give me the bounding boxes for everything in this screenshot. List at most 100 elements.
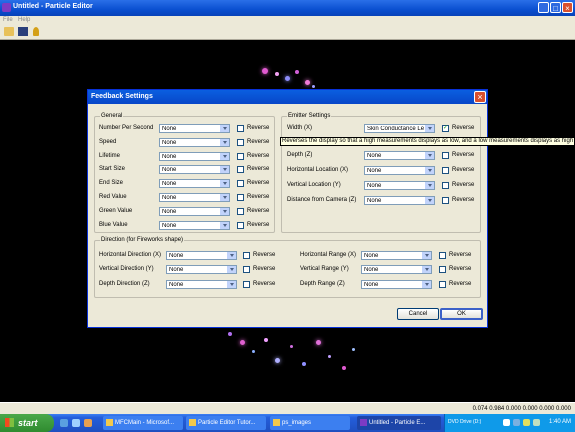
field-combo[interactable]: None [159, 138, 230, 147]
field-combo[interactable]: None [166, 280, 237, 289]
field-label: Blue Value [99, 222, 128, 228]
tray-drive-label: DVD Drive (D:) [448, 419, 482, 425]
field-combo[interactable]: None [364, 166, 435, 175]
dropdown-arrow-icon[interactable] [227, 252, 236, 259]
save-icon[interactable] [18, 27, 28, 36]
dropdown-arrow-icon[interactable] [425, 167, 434, 174]
field-combo[interactable]: Skin Conductance Lev [364, 124, 435, 133]
particle [352, 348, 355, 351]
minimize-button[interactable]: _ [538, 2, 549, 13]
network-icon[interactable] [503, 419, 510, 426]
reverse-checkbox[interactable] [237, 208, 244, 215]
field-combo[interactable]: None [159, 179, 230, 188]
close-button[interactable]: × [562, 2, 573, 13]
reverse-checkbox[interactable] [237, 125, 244, 132]
field-combo[interactable]: None [361, 280, 432, 289]
dialog-titlebar[interactable]: Feedback Settings × [88, 90, 487, 104]
dropdown-arrow-icon[interactable] [425, 182, 434, 189]
dropdown-arrow-icon[interactable] [425, 125, 434, 132]
reverse-checkbox[interactable] [439, 252, 446, 259]
field-combo[interactable]: None [166, 251, 237, 260]
security-icon[interactable] [523, 419, 530, 426]
dropdown-arrow-icon[interactable] [220, 180, 229, 187]
ie-icon[interactable] [60, 419, 68, 427]
help-icon[interactable] [33, 27, 39, 36]
reverse-label: Reverse [452, 182, 475, 188]
dropdown-arrow-icon[interactable] [422, 281, 431, 288]
reverse-checkbox[interactable]: ✓ [442, 125, 449, 132]
field-combo[interactable]: None [364, 196, 435, 205]
field-combo[interactable]: None [159, 193, 230, 202]
task-ps-images[interactable]: ps_images [270, 416, 350, 430]
particle [302, 362, 306, 366]
field-label: Number Per Second [99, 125, 154, 131]
tray-app-icon[interactable] [533, 419, 540, 426]
field-combo[interactable]: None [361, 265, 432, 274]
open-folder-icon[interactable] [4, 27, 14, 36]
field-combo[interactable]: None [364, 181, 435, 190]
reverse-checkbox[interactable] [243, 252, 250, 259]
field-combo[interactable]: None [361, 251, 432, 260]
dropdown-arrow-icon[interactable] [425, 197, 434, 204]
reverse-checkbox[interactable] [237, 222, 244, 229]
ok-button[interactable]: OK [440, 308, 483, 320]
reverse-checkbox[interactable] [442, 197, 449, 204]
reverse-checkbox[interactable] [439, 281, 446, 288]
reverse-checkbox[interactable] [237, 194, 244, 201]
reverse-label: Reverse [452, 125, 475, 131]
reverse-checkbox[interactable] [442, 152, 449, 159]
particle [342, 366, 346, 370]
reverse-checkbox[interactable] [439, 266, 446, 273]
dialog-close-button[interactable]: × [474, 91, 486, 103]
field-combo[interactable]: None [159, 207, 230, 216]
window-titlebar[interactable]: Untitled - Particle Editor _ □ × [0, 0, 575, 16]
reverse-label: Reverse [253, 281, 276, 287]
reverse-checkbox[interactable] [243, 281, 250, 288]
media-icon[interactable] [84, 419, 92, 427]
menu-help[interactable]: Help [18, 17, 30, 23]
field-combo[interactable]: None [166, 265, 237, 274]
reverse-label: Reverse [449, 266, 472, 272]
particle [264, 338, 268, 342]
show-desktop-icon[interactable] [72, 419, 80, 427]
dropdown-arrow-icon[interactable] [220, 194, 229, 201]
combo-value: None [169, 267, 184, 273]
reverse-checkbox[interactable] [237, 153, 244, 160]
field-combo[interactable]: None [159, 165, 230, 174]
dropdown-arrow-icon[interactable] [425, 152, 434, 159]
combo-value: None [364, 267, 379, 273]
reverse-checkbox[interactable] [237, 166, 244, 173]
dropdown-arrow-icon[interactable] [227, 266, 236, 273]
combo-value: None [367, 183, 382, 189]
field-combo[interactable]: None [364, 151, 435, 160]
field-combo[interactable]: None [159, 221, 230, 230]
app-icon [360, 419, 367, 426]
dropdown-arrow-icon[interactable] [422, 252, 431, 259]
reverse-checkbox[interactable] [442, 167, 449, 174]
dropdown-arrow-icon[interactable] [220, 222, 229, 229]
dropdown-arrow-icon[interactable] [220, 125, 229, 132]
particle [240, 340, 245, 345]
task-mfcmain[interactable]: MFCMain - Microsof... [103, 416, 183, 430]
dropdown-arrow-icon[interactable] [220, 208, 229, 215]
menu-file[interactable]: File [3, 17, 13, 23]
field-combo[interactable]: None [159, 124, 230, 133]
dropdown-arrow-icon[interactable] [220, 166, 229, 173]
volume-icon[interactable] [513, 419, 520, 426]
field-label: Depth (Z) [287, 152, 313, 158]
field-label: Horizontal Location (X) [287, 167, 349, 173]
reverse-checkbox[interactable] [237, 139, 244, 146]
reverse-checkbox[interactable] [442, 182, 449, 189]
maximize-button[interactable]: □ [550, 2, 561, 13]
reverse-checkbox[interactable] [237, 180, 244, 187]
start-button[interactable]: start [0, 414, 54, 432]
dropdown-arrow-icon[interactable] [220, 139, 229, 146]
reverse-checkbox[interactable] [243, 266, 250, 273]
cancel-button[interactable]: Cancel [397, 308, 439, 320]
dropdown-arrow-icon[interactable] [422, 266, 431, 273]
task-particle-editor-tutorial[interactable]: Particle Editor Tutor... [186, 416, 266, 430]
dropdown-arrow-icon[interactable] [220, 153, 229, 160]
field-combo[interactable]: None [159, 152, 230, 161]
dropdown-arrow-icon[interactable] [227, 281, 236, 288]
task-untitled-particle-editor[interactable]: Untitled - Particle E... [357, 416, 441, 430]
